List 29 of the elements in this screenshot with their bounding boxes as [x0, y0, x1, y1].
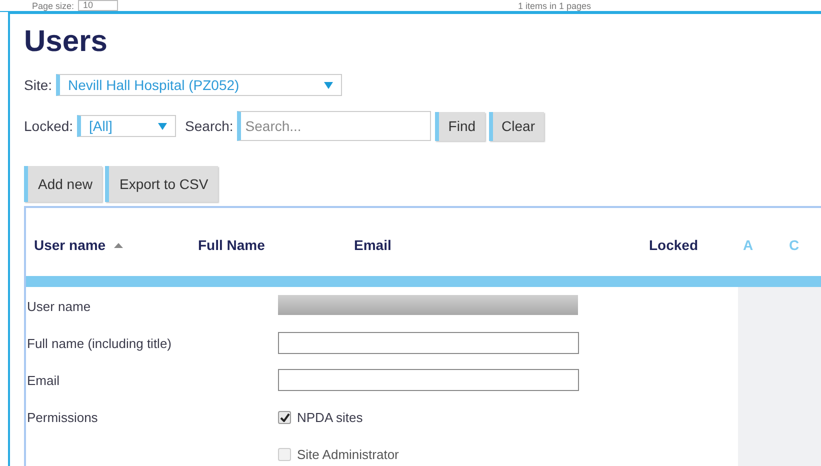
search-field[interactable]: Search... [237, 111, 432, 141]
page-size-label: Page size: [32, 0, 74, 10]
column-header[interactable]: User name [34, 235, 123, 256]
page-title: Users [24, 24, 108, 60]
column-header[interactable]: Locked [649, 235, 698, 256]
sort-ascending-icon [114, 243, 123, 248]
site-label: Site: [24, 76, 52, 94]
search-label: Search: [185, 116, 234, 136]
text-input-field[interactable] [278, 332, 579, 354]
form-label: Permissions [26, 409, 99, 427]
dropdown-caret-icon [158, 122, 168, 130]
form-label: Email [26, 372, 61, 390]
locked-label: Locked: [24, 116, 74, 136]
form-label: User name [26, 298, 92, 316]
page-size-select[interactable]: 10 [78, 0, 118, 11]
add-new-button[interactable]: Add new [24, 166, 102, 202]
items-summary: 1 items in 1 pages [518, 0, 591, 10]
clear-button[interactable]: Clear [488, 112, 544, 140]
text-input-field[interactable] [278, 369, 579, 391]
checkbox-label: NPDA sites [297, 409, 363, 427]
form-label: Full name (including title) [26, 335, 173, 353]
checkmark-icon [280, 413, 290, 422]
checkbox-label: Site Administrator [297, 446, 399, 464]
find-button[interactable]: Find [435, 112, 485, 140]
checkbox[interactable] [278, 411, 291, 424]
column-header[interactable]: Full Name [198, 235, 265, 256]
column-header[interactable]: Email [354, 235, 392, 256]
export-csv-button[interactable]: Export to CSV [105, 166, 218, 202]
dropdown-caret-icon [324, 82, 334, 88]
